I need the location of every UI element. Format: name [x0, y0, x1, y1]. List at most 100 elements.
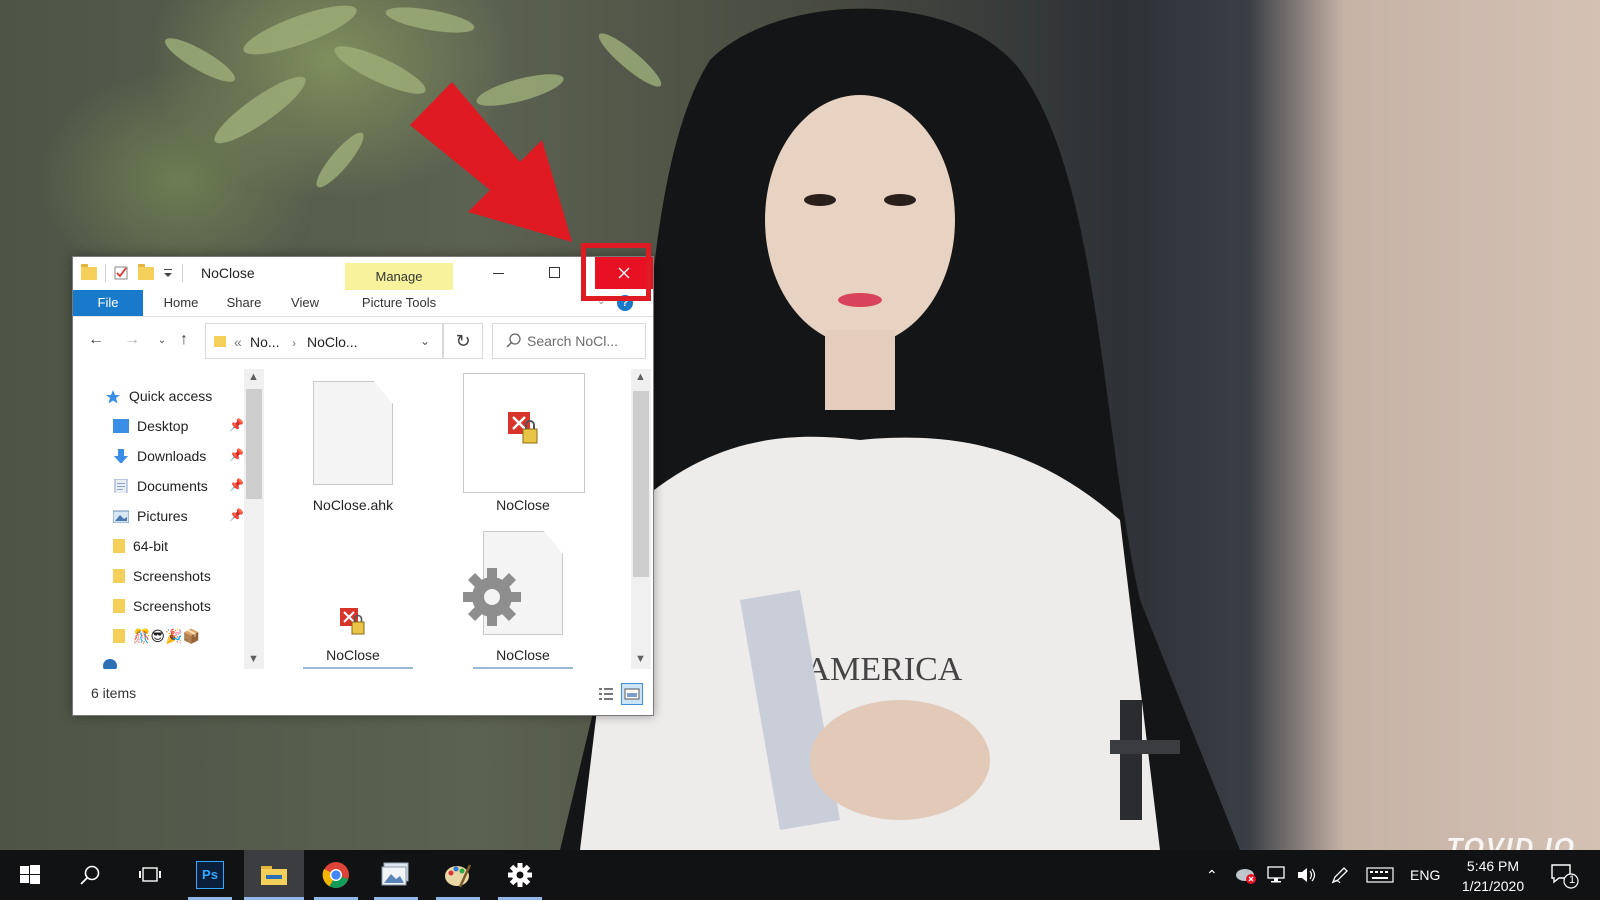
settings-taskbar-button[interactable] — [490, 850, 550, 900]
pin-icon[interactable]: 📌 — [229, 418, 244, 432]
input-language-indicator[interactable]: ENG — [1410, 850, 1440, 900]
tab-picture-tools[interactable]: Picture Tools — [345, 290, 453, 316]
close-icon — [618, 267, 630, 279]
photos-taskbar-button[interactable] — [366, 850, 426, 900]
file-list-scrollbar[interactable]: ▲ ▼ — [631, 369, 651, 669]
file-explorer-icon — [261, 866, 287, 885]
scroll-up-chevron-icon[interactable]: ▲ — [248, 371, 259, 383]
forward-arrow-icon[interactable]: → — [121, 329, 143, 351]
title-bar[interactable]: NoClose Manage — [73, 257, 653, 290]
recent-locations-chevron-icon[interactable]: ⌄ — [151, 329, 173, 351]
clock-time: 5:46 PM — [1466, 858, 1520, 874]
item-count: 6 items — [91, 685, 137, 701]
tab-view[interactable]: View — [283, 290, 327, 316]
gear-icon — [463, 568, 521, 626]
pin-icon[interactable]: 📌 — [229, 508, 244, 522]
tab-share[interactable]: Share — [219, 290, 269, 316]
tab-file[interactable]: File — [73, 290, 143, 316]
refresh-icon: ↻ — [455, 330, 471, 351]
back-arrow-icon[interactable]: ← — [85, 329, 107, 351]
pen-workspace-icon[interactable] — [1330, 850, 1350, 900]
system-clock[interactable]: 5:46 PM 1/21/2020 — [1448, 856, 1538, 896]
file-item-noclose-2[interactable]: NoClose — [293, 519, 413, 669]
help-icon[interactable]: ? — [617, 295, 633, 311]
large-icons-view-icon[interactable] — [621, 683, 643, 705]
task-view-button[interactable] — [120, 850, 180, 900]
search-box[interactable] — [492, 323, 646, 359]
new-folder-icon[interactable] — [138, 263, 154, 280]
refresh-button[interactable]: ↻ — [443, 323, 483, 359]
clock-date: 1/21/2020 — [1461, 878, 1525, 894]
onedrive-cloud-icon[interactable] — [103, 659, 117, 669]
document-icon — [313, 381, 393, 485]
photos-icon — [381, 862, 409, 886]
address-overflow-chevron[interactable]: « — [234, 334, 242, 350]
tab-manage[interactable]: Manage — [345, 263, 453, 290]
file-item-noclose-ahk[interactable]: NoClose.ahk — [293, 369, 413, 519]
navigation-pane-scrollbar[interactable]: ▲ ▼ — [244, 369, 264, 669]
scrollbar-thumb[interactable] — [246, 389, 262, 499]
file-list: NoClose.ahk NoClose NoClose NoClose — [269, 369, 631, 669]
navigation-bar: ← → ⌄ ↑ « No... › NoClo... ⌄ ↻ — [73, 319, 653, 361]
pin-icon[interactable]: 📌 — [229, 478, 244, 492]
sidebar-item-64-bit[interactable]: 64-bit — [113, 533, 168, 559]
window-title: NoClose — [201, 265, 255, 281]
settings-icon — [508, 863, 532, 887]
sidebar-item-documents[interactable]: Documents — [113, 473, 208, 499]
sidebar-item-quick-access[interactable]: Quick access — [105, 383, 212, 409]
show-hidden-icons-chevron-icon[interactable]: ⌃ — [1206, 850, 1218, 900]
breadcrumb-segment-2[interactable]: NoClo... — [307, 334, 358, 350]
folder-icon — [113, 629, 125, 643]
touch-keyboard-icon[interactable] — [1366, 850, 1394, 900]
chrome-taskbar-button[interactable] — [306, 850, 366, 900]
photoshop-taskbar-button[interactable]: Ps — [180, 850, 240, 900]
scrollbar-thumb[interactable] — [633, 391, 649, 577]
onedrive-error-icon[interactable] — [1234, 850, 1258, 900]
search-input[interactable] — [527, 332, 639, 350]
customize-toolbar-chevron-icon[interactable] — [162, 265, 174, 281]
breadcrumb-segment-1[interactable]: No... — [250, 334, 280, 350]
navigation-pane: Quick access Desktop 📌 Downloads 📌 Docum… — [73, 369, 263, 669]
address-folder-icon — [214, 336, 226, 347]
taskbar: Ps ⌃ ENG 5:46 PM 1/21/2020 1 — [0, 850, 1600, 900]
network-icon[interactable] — [1266, 850, 1288, 900]
scroll-down-chevron-icon[interactable]: ▼ — [248, 653, 259, 665]
sidebar-item-screenshots-2[interactable]: Screenshots — [113, 593, 211, 619]
action-center-button[interactable]: 1 — [1550, 850, 1580, 900]
scroll-up-chevron-icon[interactable]: ▲ — [635, 371, 646, 383]
start-button[interactable] — [0, 850, 60, 900]
tab-home[interactable]: Home — [153, 290, 209, 316]
scroll-down-chevron-icon[interactable]: ▼ — [635, 653, 646, 665]
expand-ribbon-chevron-icon[interactable]: ⌄ — [597, 296, 605, 307]
up-arrow-icon[interactable]: ↑ — [173, 329, 195, 351]
pin-icon[interactable]: 📌 — [229, 448, 244, 462]
maximize-button[interactable] — [527, 257, 583, 289]
svg-text:S AMERICA: S AMERICA — [780, 651, 963, 688]
file-item-noclose-settings[interactable]: NoClose — [463, 519, 583, 669]
sidebar-item-screenshots[interactable]: Screenshots — [113, 563, 211, 589]
locked-executable-icon — [508, 412, 538, 444]
search-icon — [506, 333, 521, 348]
desktop-icon — [113, 419, 129, 433]
documents-icon — [114, 479, 128, 493]
volume-icon[interactable] — [1296, 850, 1318, 900]
paint-taskbar-button[interactable] — [428, 850, 488, 900]
sidebar-item-desktop[interactable]: Desktop — [113, 413, 188, 439]
close-button[interactable] — [595, 257, 653, 289]
sidebar-item-downloads[interactable]: Downloads — [113, 443, 206, 469]
minimize-button[interactable] — [471, 257, 527, 289]
sidebar-item-pictures[interactable]: Pictures — [113, 503, 188, 529]
maximize-icon — [549, 267, 560, 278]
details-view-icon[interactable] — [595, 683, 617, 705]
search-icon — [80, 865, 100, 885]
notification-count: 1 — [1568, 874, 1576, 886]
properties-checkbox-icon[interactable] — [114, 265, 130, 281]
minimize-icon — [493, 273, 504, 274]
file-item-noclose-exe[interactable]: NoClose — [463, 369, 585, 519]
star-icon — [106, 390, 120, 403]
search-button[interactable] — [60, 850, 120, 900]
address-dropdown-chevron-icon[interactable]: ⌄ — [420, 334, 430, 348]
file-explorer-taskbar-button[interactable] — [244, 850, 304, 900]
address-bar[interactable]: « No... › NoClo... ⌄ — [205, 323, 443, 359]
sidebar-item-emoji-folder[interactable]: 🎊😎🎉📦 — [113, 623, 200, 649]
